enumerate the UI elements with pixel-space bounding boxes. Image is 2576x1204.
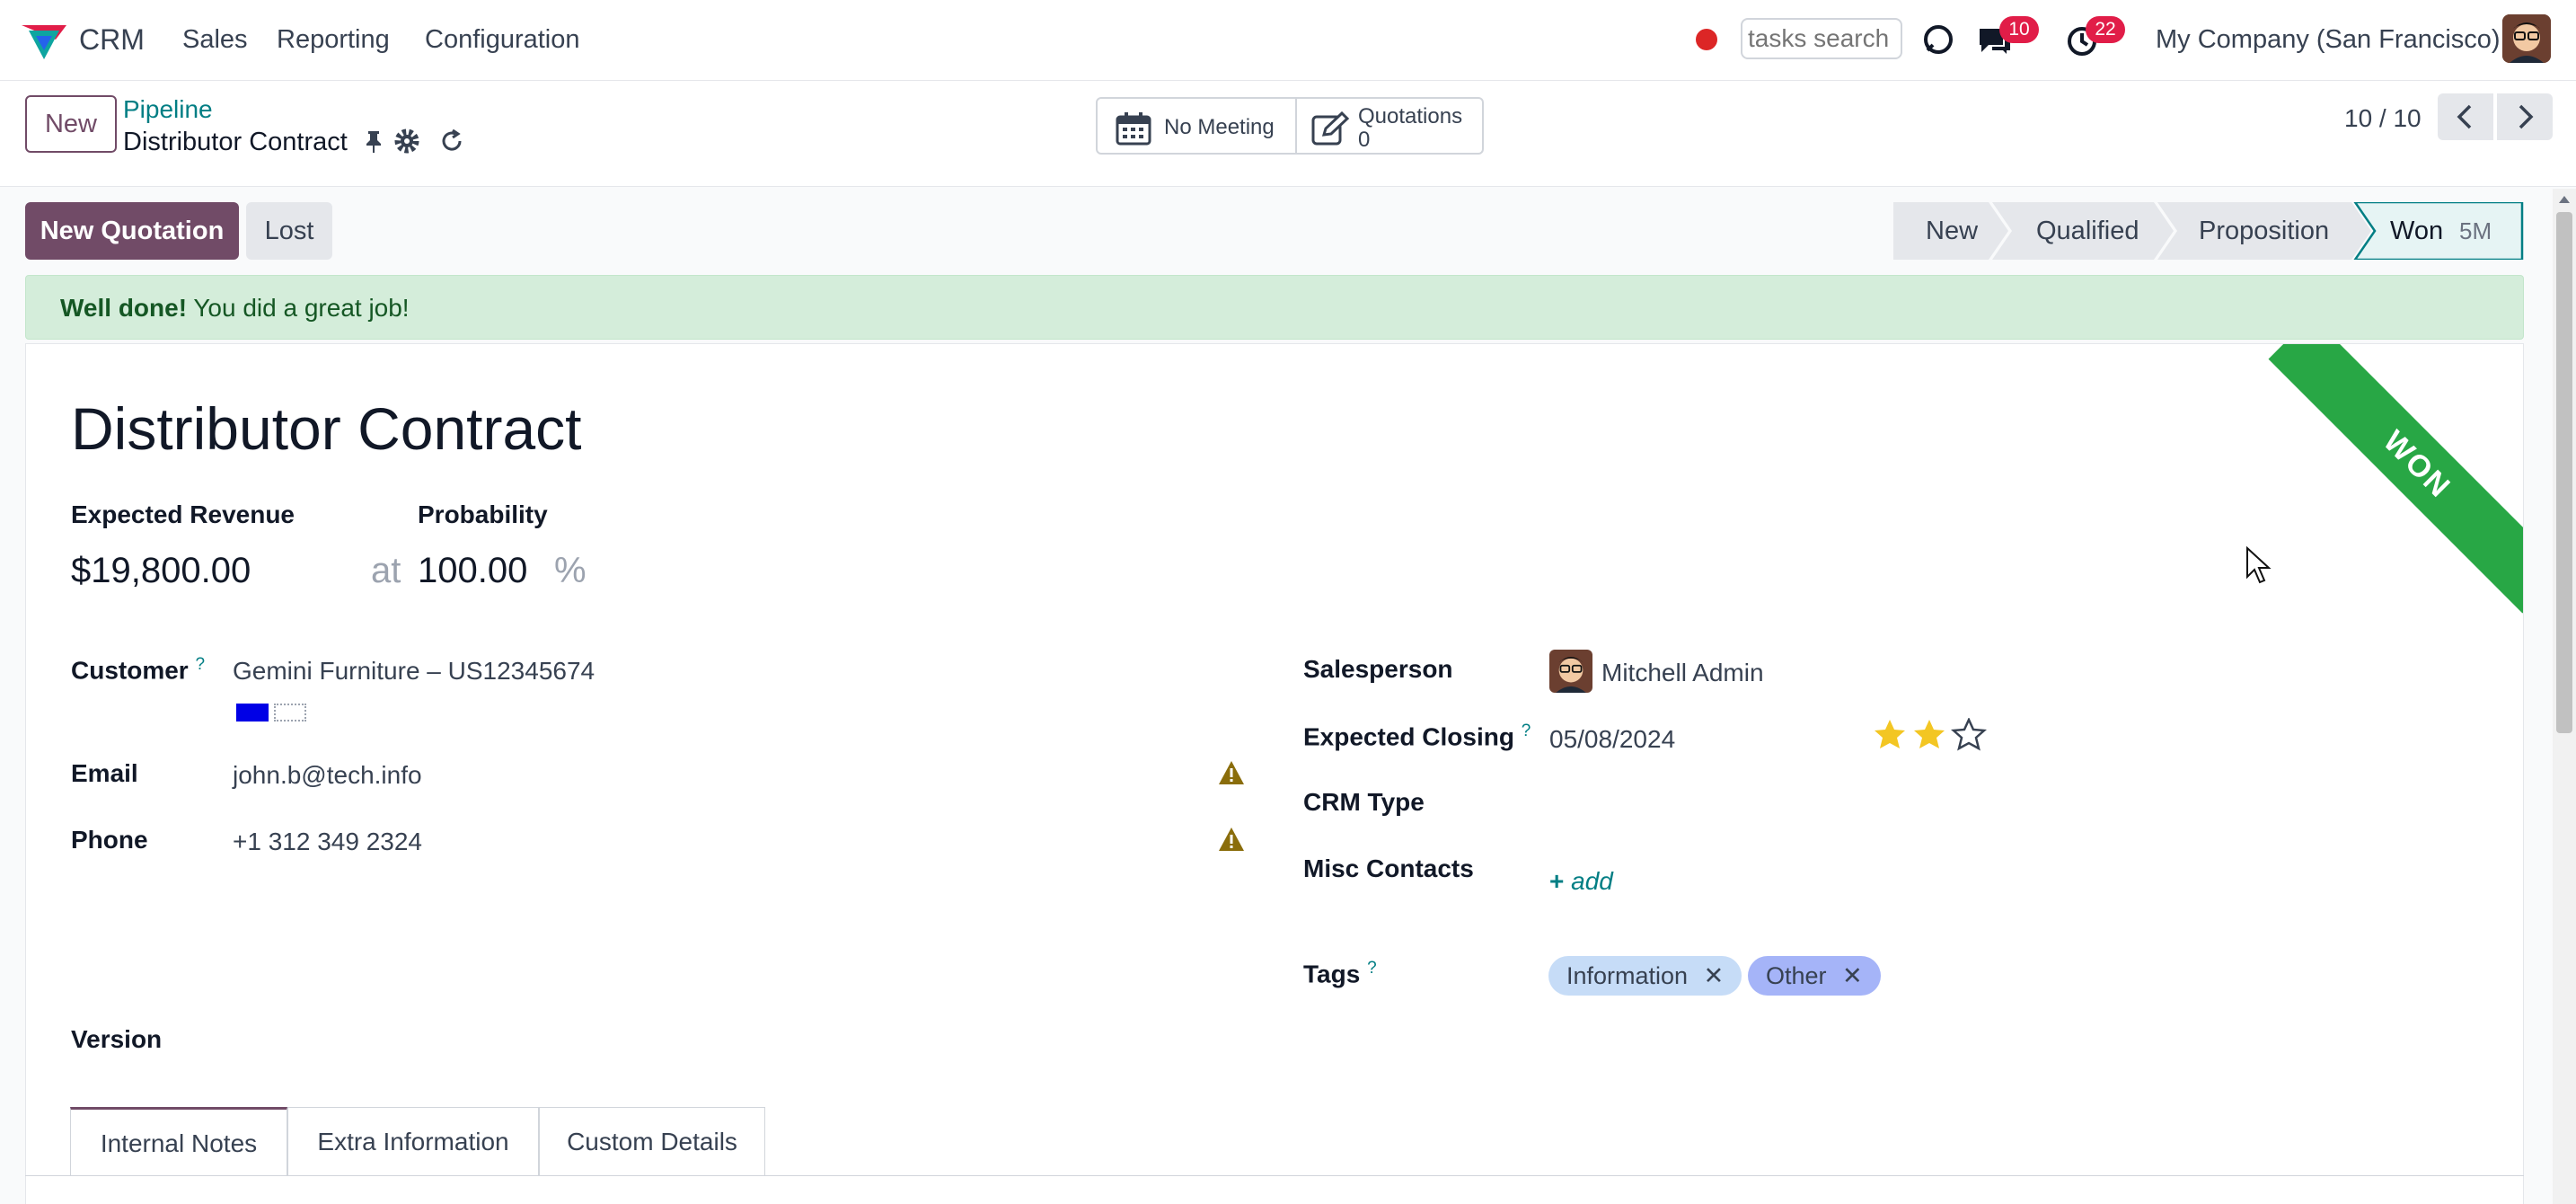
scroll-up-icon[interactable] xyxy=(2556,192,2572,207)
crm-logo-icon[interactable] xyxy=(20,20,68,66)
new-quotation-button[interactable]: New Quotation xyxy=(25,202,239,260)
menu-configuration[interactable]: Configuration xyxy=(425,25,580,55)
top-navbar: CRM Sales Reporting Configuration 10 22 … xyxy=(0,0,2576,81)
pager-previous-button[interactable] xyxy=(2438,93,2493,140)
user-avatar[interactable] xyxy=(2502,14,2551,63)
email-label: Email xyxy=(71,759,138,787)
stage-qualified[interactable]: Qualified xyxy=(2036,202,2139,260)
probability-value[interactable]: 100.00 xyxy=(418,551,527,591)
expected-revenue-label: Expected Revenue xyxy=(71,500,295,528)
new-record-button[interactable]: New xyxy=(25,95,117,153)
at-label: at xyxy=(371,551,401,590)
salesperson-label: Salesperson xyxy=(1303,655,1453,683)
ribbon-text: WON xyxy=(2377,424,2457,505)
menu-reporting[interactable]: Reporting xyxy=(277,25,390,55)
customer-value[interactable]: Gemini Furniture – US12345674 xyxy=(233,657,595,686)
activities-badge: 22 xyxy=(2086,16,2125,43)
star-2-icon xyxy=(1914,720,1945,748)
salesperson-value[interactable]: Mitchell Admin xyxy=(1601,659,1764,687)
expected-closing-value[interactable]: 05/08/2024 xyxy=(1549,725,1675,754)
pager-value[interactable]: 10 / 10 xyxy=(2344,104,2422,133)
misc-contacts-label: Misc Contacts xyxy=(1303,854,1474,882)
phone-value[interactable]: +1 312 349 2324 xyxy=(233,828,422,856)
stage-new[interactable]: New xyxy=(1926,202,1978,260)
customer-help-icon[interactable]: ? xyxy=(195,655,205,674)
lost-button[interactable]: Lost xyxy=(246,202,332,260)
won-alert: Well done! You did a great job! xyxy=(25,275,2524,340)
tab-extra-information[interactable]: Extra Information xyxy=(287,1107,539,1175)
crm-type-label: CRM Type xyxy=(1303,788,1425,816)
customer-label: Customer ? xyxy=(71,655,206,685)
stage-won-duration: 5M xyxy=(2459,217,2492,244)
stage-proposition[interactable]: Proposition xyxy=(2199,202,2329,260)
company-switcher[interactable]: My Company (San Francisco) xyxy=(2156,25,2501,55)
breadcrumb-current: Distributor Contract xyxy=(123,128,348,156)
quotations-count: 0 xyxy=(1358,128,1371,152)
gear-icon[interactable] xyxy=(393,128,420,159)
alert-strong: Well done! xyxy=(60,294,188,322)
record-icon[interactable] xyxy=(1696,29,1717,50)
pin-icon[interactable] xyxy=(363,129,384,159)
tab-internal-notes[interactable]: Internal Notes xyxy=(70,1107,287,1175)
expected-revenue-value[interactable]: $19,800.00 xyxy=(71,551,251,591)
tag-remove-icon[interactable]: ✕ xyxy=(1842,962,1863,989)
calendar-icon xyxy=(1116,111,1151,152)
menu-sales[interactable]: Sales xyxy=(182,25,248,55)
email-value[interactable]: john.b@tech.info xyxy=(233,761,422,790)
tag-information[interactable]: Information ✕ xyxy=(1548,956,1742,996)
messages-badge: 10 xyxy=(1999,16,2039,43)
tags-help-icon[interactable]: ? xyxy=(1367,959,1377,978)
meeting-smart-button[interactable]: No Meeting xyxy=(1096,97,1297,155)
star-3-icon xyxy=(1950,716,1988,751)
mouse-cursor-icon xyxy=(2245,545,2272,590)
scrollbar-thumb[interactable] xyxy=(2556,212,2572,733)
salesperson-avatar xyxy=(1549,650,1592,693)
quotations-smart-button[interactable]: Quotations 0 xyxy=(1295,97,1484,155)
color-swatch-empty[interactable] xyxy=(274,704,306,722)
phone-warning-icon[interactable] xyxy=(1217,826,1246,857)
tags-label: Tags ? xyxy=(1303,959,1377,988)
quotations-label: Quotations xyxy=(1358,104,1463,128)
percent-sign: % xyxy=(554,551,587,590)
expected-closing-label: Expected Closing ? xyxy=(1303,722,1531,751)
tab-custom-details[interactable]: Custom Details xyxy=(539,1107,765,1175)
tag-remove-icon[interactable]: ✕ xyxy=(1704,962,1725,989)
app-name[interactable]: CRM xyxy=(79,23,145,57)
pager-next-button[interactable] xyxy=(2497,93,2553,140)
record-title[interactable]: Distributor Contract xyxy=(71,394,582,463)
email-warning-icon[interactable] xyxy=(1217,759,1246,791)
won-ribbon: WON xyxy=(2268,344,2523,614)
color-swatch-blue[interactable] xyxy=(236,704,269,722)
version-label: Version xyxy=(71,1025,163,1053)
phone-label: Phone xyxy=(71,826,148,854)
meeting-label: No Meeting xyxy=(1164,115,1275,139)
edit-icon xyxy=(1311,111,1351,152)
form-sheet: WON Distributor Contract Expected Revenu… xyxy=(25,343,2524,1204)
probability-label: Probability xyxy=(418,500,548,528)
breadcrumb-pipeline[interactable]: Pipeline xyxy=(123,95,213,124)
expected-closing-help-icon[interactable]: ? xyxy=(1522,722,1531,740)
plus-icon: + xyxy=(1549,867,1565,895)
control-panel: New Pipeline Distributor Contract No Mee… xyxy=(0,81,2576,187)
discuss-icon[interactable] xyxy=(1922,23,1954,60)
add-contact-link[interactable]: + add xyxy=(1549,867,1613,896)
refresh-icon[interactable] xyxy=(438,128,465,159)
stage-won[interactable]: Won xyxy=(2390,202,2443,260)
tabs-baseline xyxy=(25,1175,2524,1176)
star-1-icon xyxy=(1875,720,1905,748)
tasks-search-input[interactable] xyxy=(1741,18,1902,59)
priority-stars[interactable] xyxy=(1873,716,1989,757)
alert-text: You did a great job! xyxy=(187,294,410,322)
tag-other[interactable]: Other ✕ xyxy=(1748,956,1881,996)
